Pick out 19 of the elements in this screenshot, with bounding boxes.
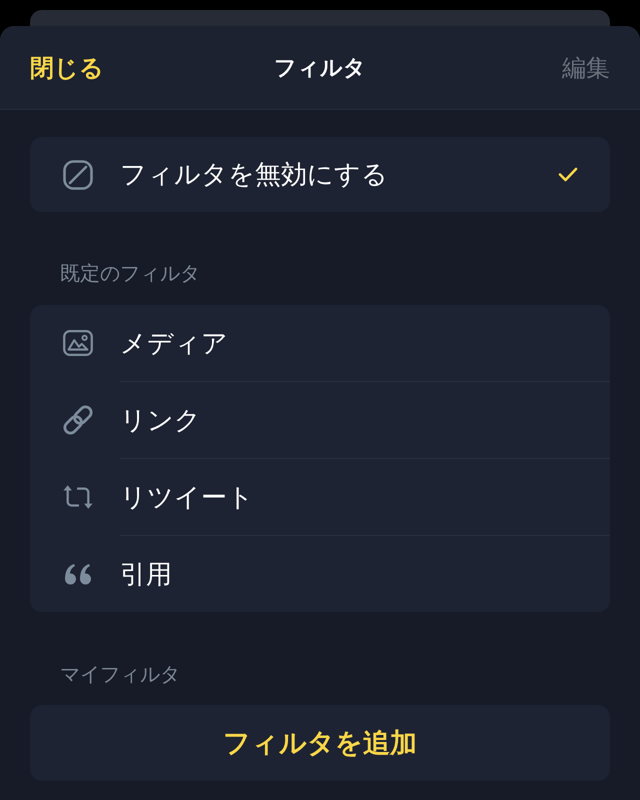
link-icon [63,405,93,435]
sheet-title: フィルタ [274,54,366,82]
filter-option[interactable]: リツイート [30,459,610,535]
filter-option[interactable]: メディア [30,305,610,381]
option-label: フィルタを無効にする [120,159,389,192]
section-heading: 既定のフィルタ [59,261,201,285]
quote-icon [64,562,92,586]
option-label: メディア [120,328,229,360]
section-heading: マイフィルタ [59,662,181,686]
prohibited-icon [63,160,93,190]
disable-filter-option[interactable]: フィルタを無効にする [30,137,610,212]
add-filter-button[interactable]: フィルタを追加 [30,705,610,781]
close-button[interactable]: 閉じる [30,52,104,84]
option-label: リンク [120,404,202,438]
option-label: リツイート [120,482,255,514]
filter-option[interactable]: 引用 [30,536,610,612]
filter-option[interactable]: リンク [30,382,610,458]
image-icon [63,329,93,357]
option-label: 引用 [120,558,173,592]
